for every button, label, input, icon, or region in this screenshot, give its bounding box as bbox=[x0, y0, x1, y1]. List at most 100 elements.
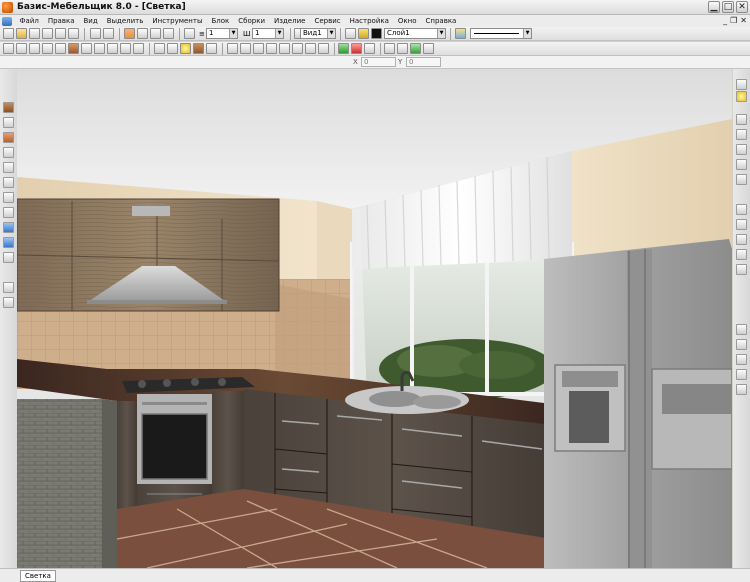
menu-block[interactable]: Блок bbox=[207, 15, 234, 27]
snap-icon[interactable] bbox=[184, 28, 195, 39]
dimension-icon[interactable] bbox=[397, 43, 408, 54]
view-front-icon[interactable] bbox=[736, 79, 747, 90]
shaded-icon[interactable] bbox=[120, 43, 131, 54]
rotate-icon[interactable] bbox=[137, 28, 148, 39]
layer-combo[interactable]: Слой1 ▼ bbox=[384, 28, 446, 39]
add-layer-icon[interactable] bbox=[338, 43, 349, 54]
text-icon[interactable] bbox=[384, 43, 395, 54]
mirror-icon[interactable] bbox=[253, 43, 264, 54]
open-folder-icon[interactable] bbox=[16, 28, 27, 39]
menu-assemblies[interactable]: Сборки bbox=[234, 15, 270, 27]
cut-icon[interactable] bbox=[90, 28, 101, 39]
view-top-icon[interactable] bbox=[736, 114, 747, 125]
color-swatch-icon[interactable] bbox=[371, 28, 382, 39]
fillet-tool-icon[interactable] bbox=[3, 192, 14, 203]
redo-icon[interactable] bbox=[68, 28, 79, 39]
copy-icon[interactable] bbox=[103, 28, 114, 39]
select-mode-icon[interactable] bbox=[124, 28, 135, 39]
document-window-icon[interactable] bbox=[2, 16, 12, 26]
undo-icon[interactable] bbox=[55, 28, 66, 39]
view-iso-icon[interactable] bbox=[736, 174, 747, 185]
sun-light-icon[interactable] bbox=[736, 91, 747, 102]
explode-icon[interactable] bbox=[305, 43, 316, 54]
menu-help[interactable]: Справка bbox=[421, 15, 461, 27]
new-file-icon[interactable] bbox=[3, 28, 14, 39]
align-icon[interactable] bbox=[227, 43, 238, 54]
array-icon[interactable] bbox=[266, 43, 277, 54]
zoom-extents-icon[interactable] bbox=[736, 234, 747, 245]
menu-view[interactable]: Вид bbox=[79, 15, 102, 27]
maximize-button[interactable]: □ bbox=[722, 1, 734, 13]
save-icon[interactable] bbox=[29, 28, 40, 39]
render-icon[interactable] bbox=[133, 43, 144, 54]
join-icon[interactable] bbox=[318, 43, 329, 54]
view-right-icon[interactable] bbox=[736, 144, 747, 155]
zoom-in-icon[interactable] bbox=[736, 204, 747, 215]
walk-icon[interactable] bbox=[206, 43, 217, 54]
group-icon[interactable] bbox=[279, 43, 290, 54]
document-tab[interactable]: Светка bbox=[20, 570, 56, 582]
properties-icon[interactable] bbox=[423, 43, 434, 54]
zoom-out-icon[interactable] bbox=[736, 219, 747, 230]
dimension-view-icon[interactable] bbox=[736, 369, 747, 380]
menu-window[interactable]: Окно bbox=[393, 15, 421, 27]
minimize-button[interactable]: ▁ bbox=[708, 1, 720, 13]
menu-file[interactable]: Файл bbox=[15, 15, 43, 27]
texture-icon[interactable] bbox=[68, 43, 79, 54]
menu-product[interactable]: Изделие bbox=[270, 15, 310, 27]
explode-view-icon[interactable] bbox=[736, 354, 747, 365]
zoom-window-icon[interactable] bbox=[736, 264, 747, 275]
camera-icon[interactable] bbox=[154, 43, 165, 54]
drawer-icon[interactable] bbox=[42, 43, 53, 54]
measure-icon[interactable] bbox=[163, 28, 174, 39]
thickness-combo[interactable]: 1 ▼ bbox=[206, 28, 238, 39]
width-combo[interactable]: 1 ▼ bbox=[252, 28, 284, 39]
doc-minimize-button[interactable]: _ bbox=[723, 16, 727, 26]
wall-tool-icon[interactable] bbox=[3, 102, 14, 113]
orbit-icon[interactable] bbox=[167, 43, 178, 54]
scroll-down-icon[interactable] bbox=[736, 384, 747, 395]
close-button[interactable]: ✕ bbox=[736, 1, 748, 13]
clip-plane-icon[interactable] bbox=[736, 339, 747, 350]
trim-tool-icon[interactable] bbox=[3, 207, 14, 218]
door-icon[interactable] bbox=[55, 43, 66, 54]
lock-icon[interactable] bbox=[358, 28, 369, 39]
hatch-icon[interactable] bbox=[364, 43, 375, 54]
layers-icon[interactable] bbox=[455, 28, 466, 39]
menu-service[interactable]: Сервис bbox=[310, 15, 345, 27]
3d-render-viewport[interactable] bbox=[17, 69, 732, 568]
print-icon[interactable] bbox=[42, 28, 53, 39]
delete-layer-icon[interactable] bbox=[351, 43, 362, 54]
ungroup-icon[interactable] bbox=[292, 43, 303, 54]
scale-icon[interactable] bbox=[150, 28, 161, 39]
panel-icon[interactable] bbox=[3, 43, 14, 54]
grid-tool-icon[interactable] bbox=[3, 297, 14, 308]
pan-icon[interactable] bbox=[736, 249, 747, 260]
box-icon[interactable] bbox=[81, 43, 92, 54]
circle-tool-icon[interactable] bbox=[3, 162, 14, 173]
menu-select[interactable]: Выделить bbox=[102, 15, 148, 27]
y-coordinate-field[interactable]: 0 bbox=[406, 57, 441, 67]
snap-tool-icon[interactable] bbox=[3, 282, 14, 293]
menu-settings[interactable]: Настройка bbox=[345, 15, 393, 27]
wireframe-icon[interactable] bbox=[94, 43, 105, 54]
view-combo[interactable]: Вид1 ▼ bbox=[300, 28, 336, 39]
app-logo-icon[interactable] bbox=[2, 2, 13, 13]
view-back-icon[interactable] bbox=[736, 159, 747, 170]
copy-tool-icon[interactable] bbox=[3, 237, 14, 248]
checkbox-visible-icon[interactable] bbox=[345, 28, 356, 39]
line-tool-icon[interactable] bbox=[3, 117, 14, 128]
doc-restore-button[interactable]: ❐ bbox=[730, 16, 737, 26]
offset-tool-icon[interactable] bbox=[3, 252, 14, 263]
menu-tools[interactable]: Инструменты bbox=[148, 15, 207, 27]
cabinet-icon[interactable] bbox=[16, 43, 27, 54]
section-icon[interactable] bbox=[736, 324, 747, 335]
check-icon[interactable] bbox=[410, 43, 421, 54]
distribute-icon[interactable] bbox=[240, 43, 251, 54]
move-tool-icon[interactable] bbox=[3, 222, 14, 233]
material-icon[interactable] bbox=[193, 43, 204, 54]
arc-tool-icon[interactable] bbox=[3, 147, 14, 158]
doc-close-button[interactable]: ✕ bbox=[740, 16, 747, 26]
shelf-icon[interactable] bbox=[29, 43, 40, 54]
rectangle-tool-icon[interactable] bbox=[3, 132, 14, 143]
